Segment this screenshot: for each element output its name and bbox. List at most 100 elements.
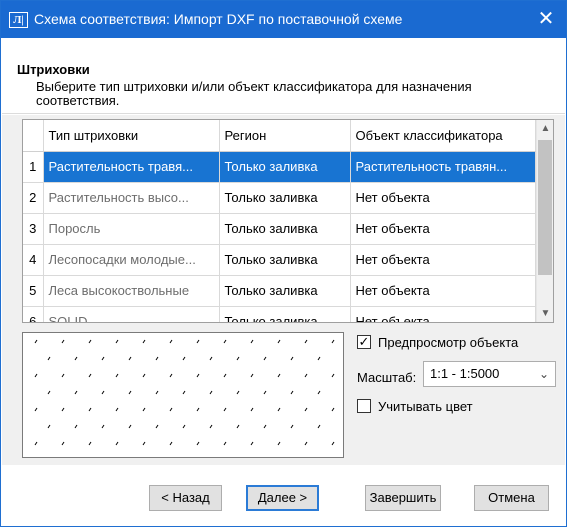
hatch-mark bbox=[61, 441, 65, 446]
hatch-mark bbox=[290, 356, 294, 361]
hatch-mark bbox=[115, 407, 119, 412]
hatch-mark bbox=[88, 407, 92, 412]
hatch-mark bbox=[196, 441, 200, 446]
hatch-type-cell[interactable]: Леса высокоствольные bbox=[43, 275, 220, 307]
hatch-mark bbox=[128, 424, 132, 429]
vertical-scrollbar[interactable]: ▲ ▼ bbox=[536, 120, 553, 322]
wizard-body: Тип штриховки Регион Объект классификато… bbox=[2, 115, 565, 465]
hatch-mark bbox=[74, 424, 78, 429]
hatch-mark bbox=[250, 339, 254, 344]
hatch-type-cell[interactable]: Растительность высо... bbox=[43, 182, 220, 214]
hatch-mark bbox=[115, 339, 119, 344]
row-number[interactable]: 6 bbox=[23, 306, 44, 322]
hatch-mark bbox=[277, 373, 281, 378]
classifier-object-cell[interactable]: Нет объекта bbox=[350, 213, 536, 245]
corner-header bbox=[23, 120, 44, 152]
preview-checkbox[interactable]: ✓ bbox=[357, 335, 371, 349]
region-cell[interactable]: Только заливка bbox=[219, 213, 351, 245]
table-row[interactable]: 1 Растительность травя... Только заливка Ра… bbox=[23, 151, 536, 183]
column-header-hatch-type[interactable]: Тип штриховки bbox=[43, 120, 220, 152]
classifier-object-cell[interactable]: Нет объекта bbox=[350, 244, 536, 276]
row-number[interactable]: 2 bbox=[23, 182, 44, 214]
preview-checkbox-label[interactable]: Предпросмотр объекта bbox=[378, 335, 518, 350]
hatch-type-cell[interactable]: Растительность травя... bbox=[43, 151, 220, 183]
column-header-classifier-object[interactable]: Объект классификатора bbox=[350, 120, 536, 152]
hatch-mark bbox=[88, 373, 92, 378]
hatch-mark bbox=[169, 407, 173, 412]
region-cell[interactable]: Только заливка bbox=[219, 275, 351, 307]
table-row[interactable]: 2 Растительность высо... Только заливка Нет… bbox=[23, 182, 536, 214]
scale-label: Масштаб: bbox=[357, 370, 417, 385]
hatch-mark bbox=[304, 441, 308, 446]
window-title: Схема соответствия: Импорт DXF по постав… bbox=[34, 11, 403, 27]
classifier-object-cell[interactable]: Нет объекта bbox=[350, 306, 536, 322]
table-row[interactable]: 5 Леса высокоствольные Только заливка Нет о… bbox=[23, 275, 536, 307]
close-button[interactable]: ✕ bbox=[526, 1, 566, 38]
hatch-mark bbox=[263, 424, 267, 429]
hatch-mark bbox=[142, 441, 146, 446]
hatch-mark bbox=[317, 424, 321, 429]
hatch-mark bbox=[182, 356, 186, 361]
classifier-object-cell[interactable]: Нет объекта bbox=[350, 275, 536, 307]
row-number[interactable]: 3 bbox=[23, 213, 44, 245]
hatch-mark bbox=[250, 441, 254, 446]
table-row[interactable]: 4 Лесопосадки молодые... Только заливка Нет… bbox=[23, 244, 536, 276]
cancel-button[interactable]: Отмена bbox=[474, 485, 549, 511]
hatch-mark bbox=[317, 390, 321, 395]
row-number[interactable]: 4 bbox=[23, 244, 44, 276]
color-checkbox[interactable] bbox=[357, 399, 371, 413]
hatch-mark bbox=[101, 390, 105, 395]
hatch-mark bbox=[88, 441, 92, 446]
hatch-mark bbox=[223, 373, 227, 378]
classifier-object-cell[interactable]: Нет объекта bbox=[350, 182, 536, 214]
hatch-mark bbox=[128, 390, 132, 395]
chevron-up-icon[interactable]: ▲ bbox=[537, 120, 553, 137]
table-row[interactable]: 6 SOLID Только заливка Нет объекта bbox=[23, 306, 536, 322]
hatch-type-cell[interactable]: Лесопосадки молодые... bbox=[43, 244, 220, 276]
scale-select-value: 1:1 - 1:5000 bbox=[430, 366, 500, 381]
title-bar[interactable]: Л| Схема соответствия: Импорт DXF по пос… bbox=[1, 1, 566, 38]
hatch-type-cell[interactable]: Поросль bbox=[43, 213, 220, 245]
hatch-mark bbox=[290, 424, 294, 429]
hatch-mark bbox=[61, 407, 65, 412]
classifier-object-cell[interactable]: Растительность травян... bbox=[350, 151, 536, 183]
hatch-mark bbox=[236, 390, 240, 395]
row-number[interactable]: 5 bbox=[23, 275, 44, 307]
hatch-mark bbox=[169, 441, 173, 446]
hatch-mark bbox=[196, 339, 200, 344]
hatch-mark bbox=[128, 356, 132, 361]
region-cell[interactable]: Только заливка bbox=[219, 182, 351, 214]
hatch-mark bbox=[182, 390, 186, 395]
hatch-mark bbox=[47, 390, 51, 395]
hatch-mark bbox=[223, 441, 227, 446]
hatch-mark bbox=[61, 339, 65, 344]
region-cell[interactable]: Только заливка bbox=[219, 151, 351, 183]
finish-button[interactable]: Завершить bbox=[365, 485, 441, 511]
hatch-type-cell[interactable]: SOLID bbox=[43, 306, 220, 322]
page-description: Выберите тип штриховки и/или объект клас… bbox=[36, 79, 472, 108]
row-number[interactable]: 1 bbox=[23, 151, 44, 183]
chevron-down-icon[interactable]: ▼ bbox=[537, 305, 553, 322]
hatch-mark bbox=[101, 356, 105, 361]
hatch-mark bbox=[290, 390, 294, 395]
app-logo-icon: Л| bbox=[9, 12, 28, 28]
hatch-mark bbox=[277, 407, 281, 412]
back-button[interactable]: < Назад bbox=[149, 485, 222, 511]
color-checkbox-label[interactable]: Учитывать цвет bbox=[378, 399, 473, 414]
hatch-mark bbox=[142, 373, 146, 378]
region-cell[interactable]: Только заливка bbox=[219, 244, 351, 276]
scale-select[interactable]: 1:1 - 1:5000 ⌄ bbox=[423, 361, 556, 387]
region-cell[interactable]: Только заливка bbox=[219, 306, 351, 322]
table-header-row: Тип штриховки Регион Объект классификато… bbox=[23, 120, 536, 152]
hatch-mark bbox=[169, 373, 173, 378]
column-header-region[interactable]: Регион bbox=[219, 120, 351, 152]
table-row[interactable]: 3 Поросль Только заливка Нет объекта bbox=[23, 213, 536, 245]
hatch-mark bbox=[88, 339, 92, 344]
hatch-mark bbox=[304, 407, 308, 412]
hatch-mark bbox=[331, 373, 335, 378]
hatch-mark bbox=[34, 407, 38, 412]
hatch-mark bbox=[74, 390, 78, 395]
next-button[interactable]: Далее > bbox=[246, 485, 319, 511]
hatch-mark bbox=[47, 356, 51, 361]
scrollbar-thumb[interactable] bbox=[538, 140, 552, 275]
